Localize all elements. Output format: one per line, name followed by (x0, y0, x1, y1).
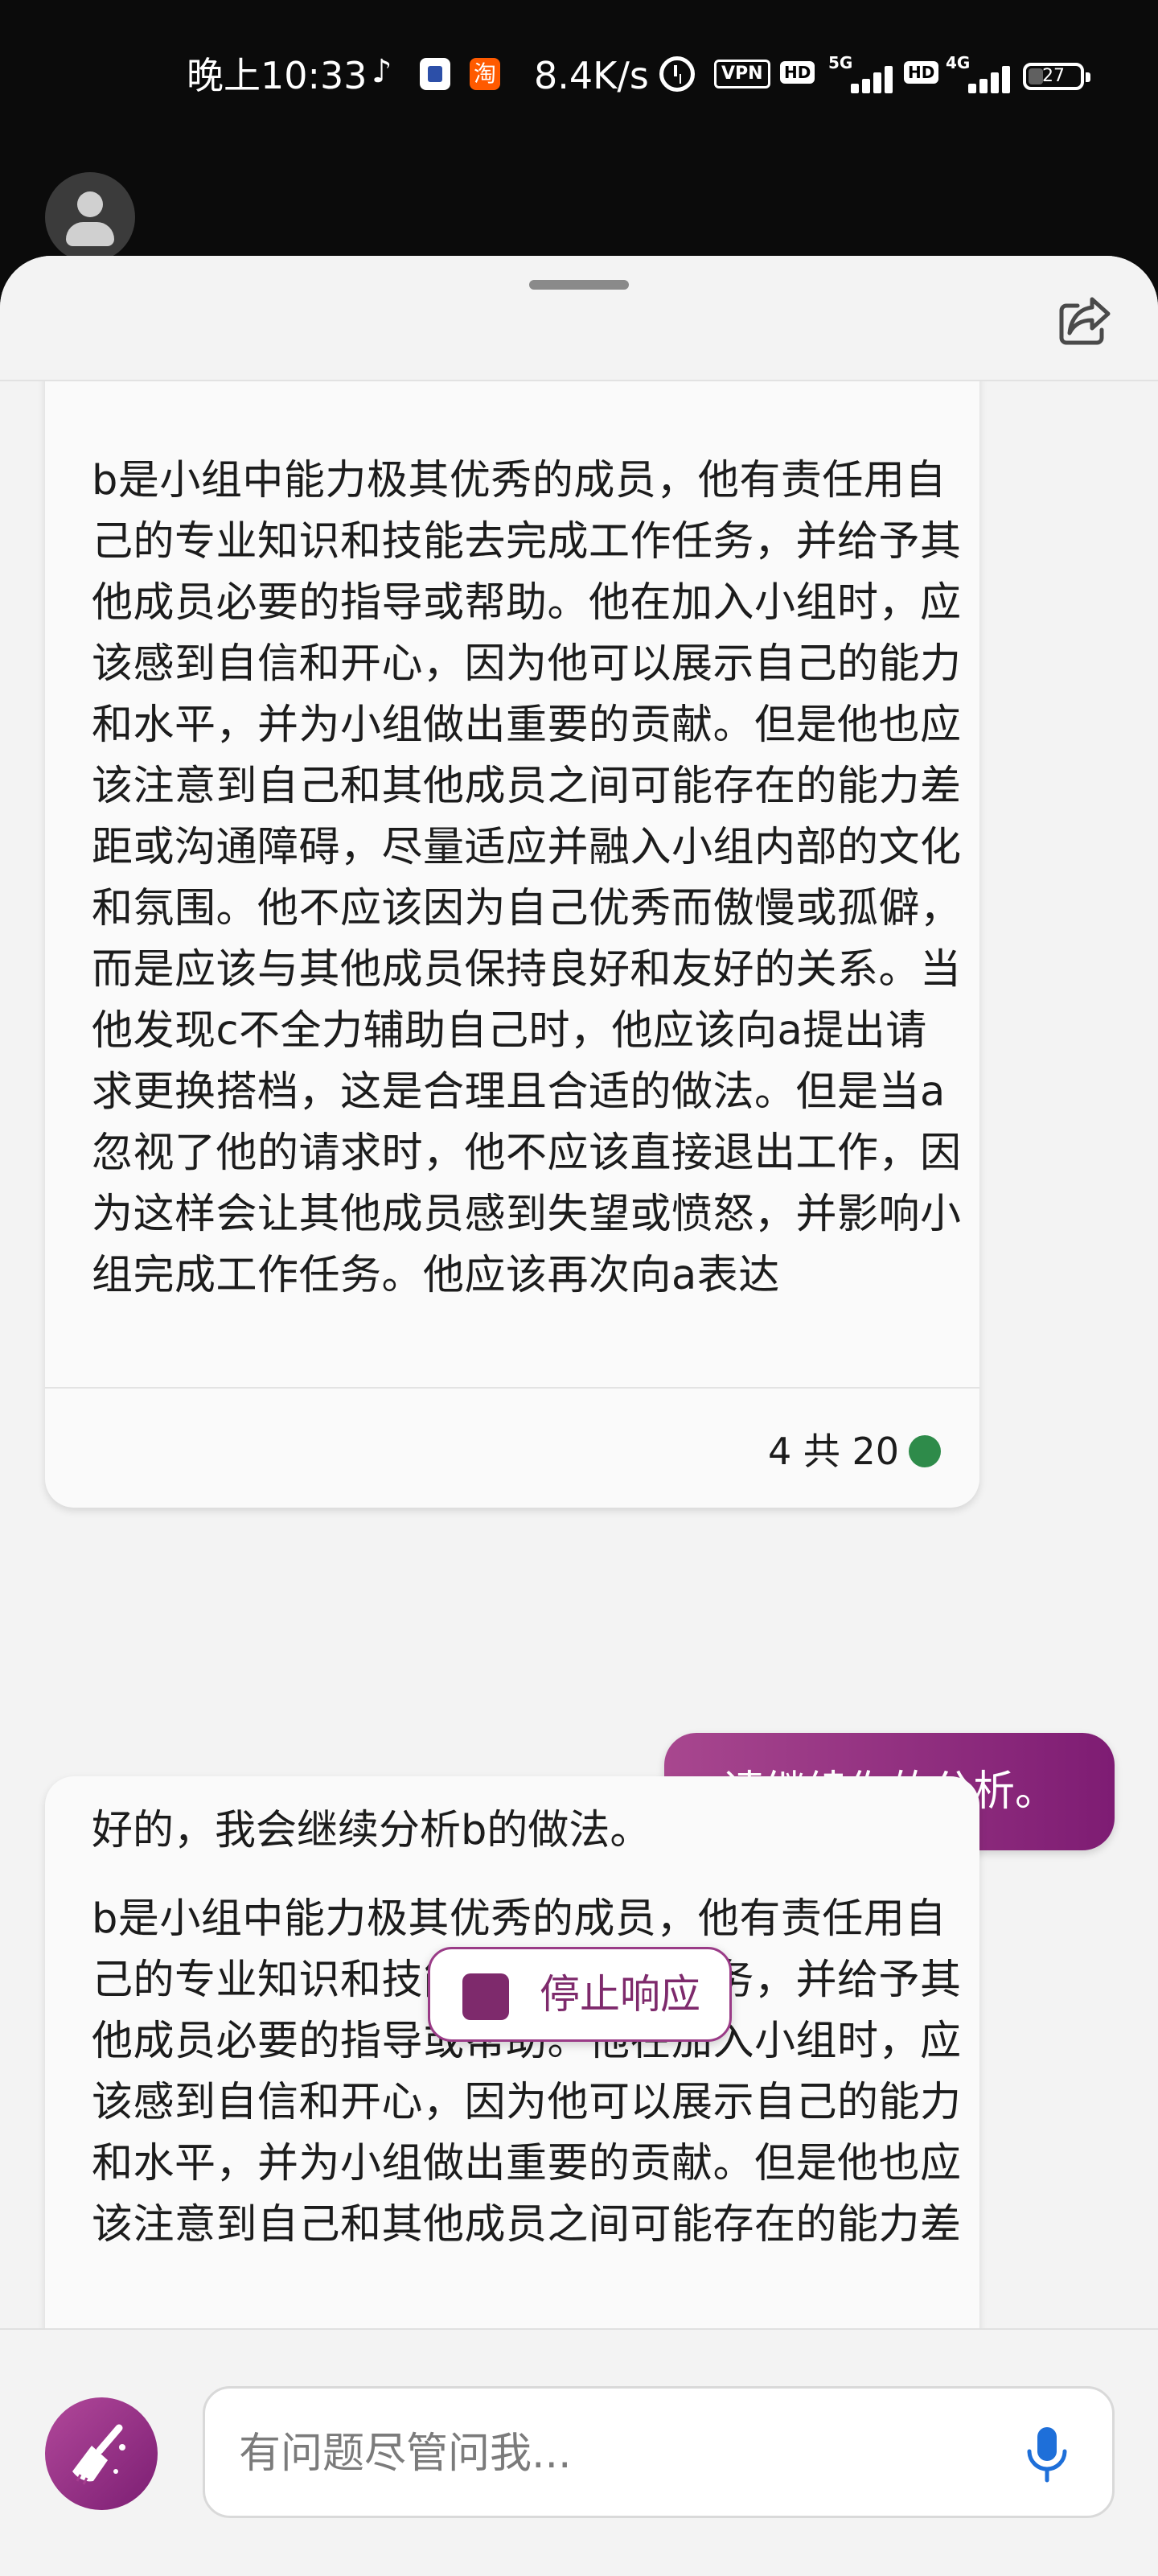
bot-message-card: b是小组中能力极其优秀的成员，他有责任用自己的专业知识和技能去完成工作任务，并给… (45, 381, 979, 1508)
status-time: 晚上10:33 (187, 54, 368, 97)
hd-badge: HD (780, 61, 815, 84)
share-button[interactable] (1053, 288, 1118, 352)
bot-message-text: b是小组中能力极其优秀的成员，他有责任用自己的专业知识和技能去完成工作任务，并给… (92, 1895, 962, 2249)
bot-message-intro: 好的，我会继续分析b的做法。 (92, 1807, 651, 1854)
sheet-header (0, 256, 1158, 381)
alarm-icon (659, 56, 695, 92)
message-input[interactable] (237, 2421, 964, 2487)
battery-level: 27 (1042, 66, 1065, 86)
stop-responding-button[interactable]: 停止响应 (428, 1947, 732, 2042)
status-indicator-dot (909, 1435, 941, 1467)
microphone-icon (1027, 2427, 1067, 2483)
share-icon (1059, 297, 1111, 345)
battery-icon: 27 (1023, 63, 1090, 90)
profile-avatar[interactable] (45, 172, 135, 262)
chat-sheet: b是小组中能力极其优秀的成员，他有责任用自己的专业知识和技能去完成工作任务，并给… (0, 256, 1158, 2574)
hd-badge: HD (904, 61, 939, 84)
signal-icon (957, 61, 1013, 93)
drag-handle[interactable] (529, 280, 629, 290)
bot-message-card: 好的，我会继续分析b的做法。 b是小组中能力极其优秀的成员，他有责任用自己的专业… (45, 1776, 979, 2328)
vpn-badge: VPN (714, 60, 770, 88)
message-input-box[interactable] (203, 2386, 1115, 2518)
new-topic-button[interactable] (45, 2397, 158, 2510)
network-speed: 8.4K/s (534, 54, 649, 97)
tiktok-icon (368, 53, 399, 90)
message-footer: 4 共 20 (45, 1387, 979, 1509)
broom-icon (72, 2424, 125, 2485)
stop-button-label: 停止响应 (540, 1971, 700, 2018)
status-bar: 晚上10:33 淘 8.4K/s VPN HD 5G HD 4G 27 (0, 0, 1158, 161)
response-counter: 4 共 20 (767, 1430, 899, 1473)
bag-icon (420, 58, 450, 90)
bot-message-text: b是小组中能力极其优秀的成员，他有责任用自己的专业知识和技能去完成工作任务，并给… (92, 457, 962, 1299)
stop-icon (462, 1973, 509, 2020)
microphone-button[interactable] (1009, 2416, 1085, 2492)
user-icon-body (66, 222, 114, 246)
signal-icon (840, 61, 896, 93)
user-icon (77, 191, 103, 217)
taobao-icon: 淘 (470, 58, 500, 90)
